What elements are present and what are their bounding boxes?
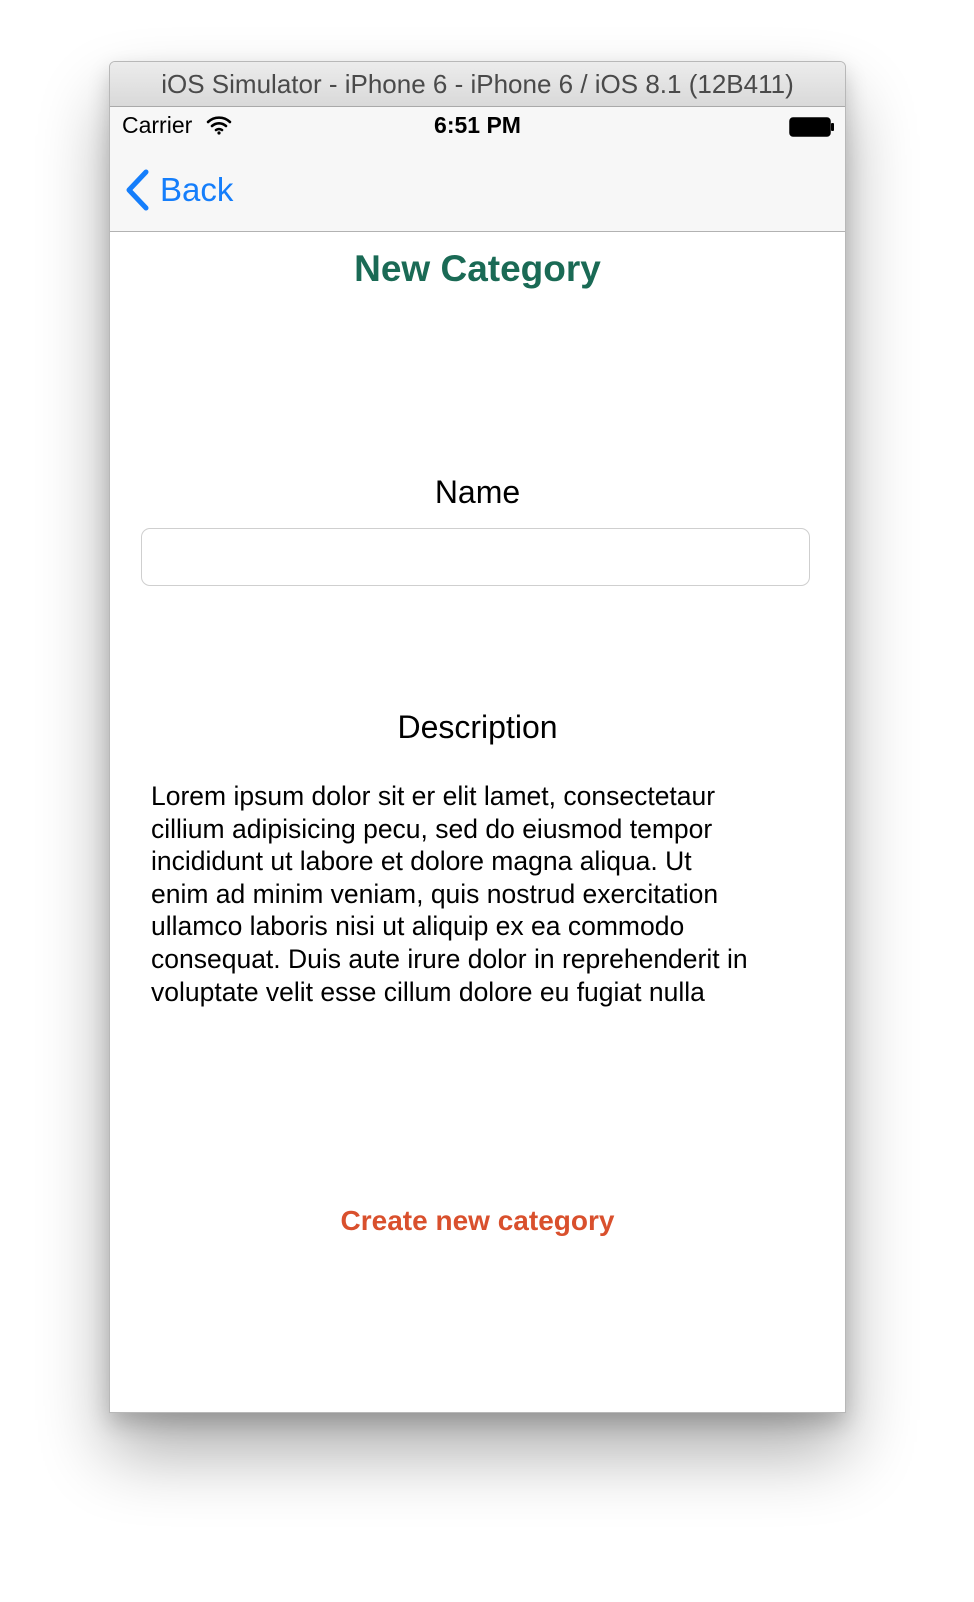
name-label: Name: [434, 474, 521, 510]
status-time: 6:51 PM: [434, 112, 521, 138]
description-text[interactable]: Lorem ipsum dolor sit er elit lamet, con…: [151, 780, 801, 1008]
simulator-window: iOS Simulator - iPhone 6 - iPhone 6 / iO…: [109, 61, 846, 1413]
window-title: iOS Simulator - iPhone 6 - iPhone 6 / iO…: [110, 62, 845, 107]
create-category-button[interactable]: Create new category: [110, 1205, 845, 1237]
chevron-left-icon: [126, 169, 149, 211]
battery-icon: [789, 117, 834, 137]
description-label: Description: [397, 709, 558, 745]
back-button[interactable]: Back: [124, 167, 233, 213]
name-input[interactable]: [141, 528, 810, 586]
status-bar: Carrier 6:51 PM: [110, 107, 845, 147]
new-category-form: New Category Name Description Lorem ipsu…: [110, 232, 845, 1412]
navigation-bar: Back: [110, 147, 845, 232]
page-title: New Category: [354, 248, 601, 289]
back-label: Back: [160, 171, 234, 208]
